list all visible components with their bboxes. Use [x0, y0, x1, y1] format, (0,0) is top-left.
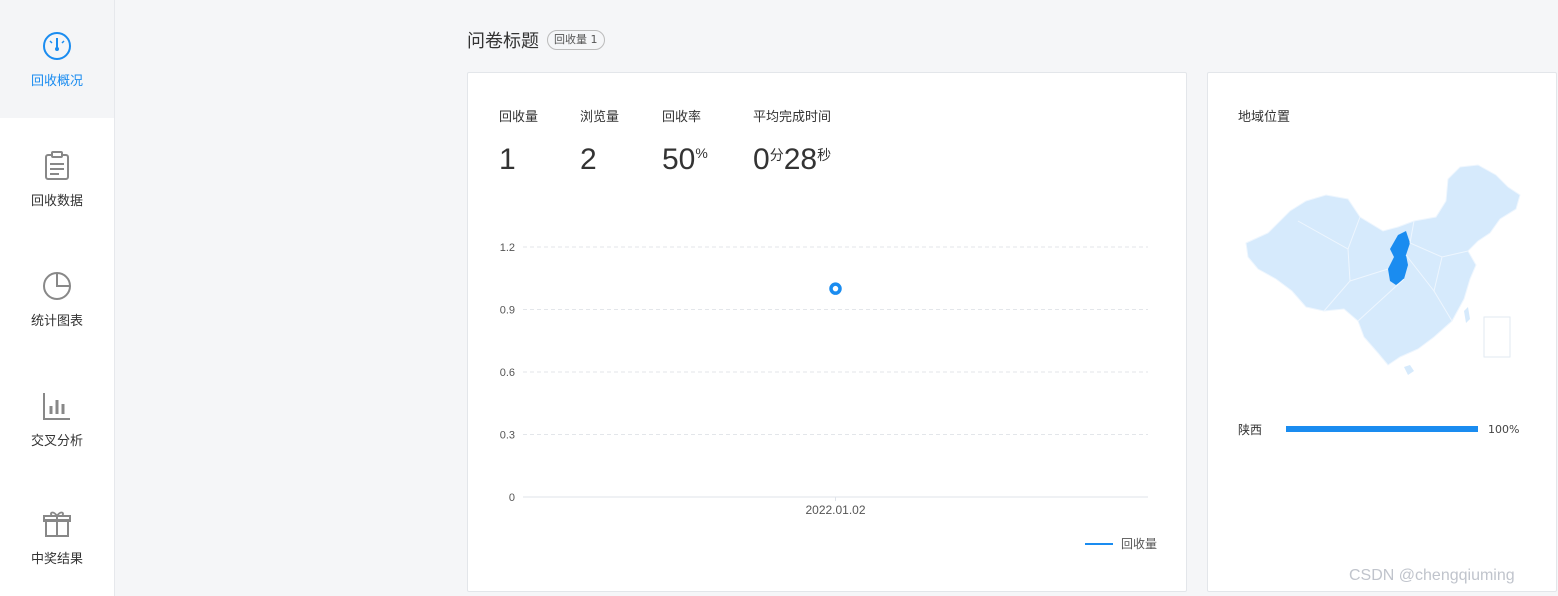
chart-legend[interactable]: 回收量 — [1085, 535, 1157, 552]
y-tick-label: 0.6 — [500, 367, 515, 379]
collect-count-badge: 回收量 1 — [547, 30, 605, 50]
region-percent: 100% — [1488, 422, 1520, 436]
china-mainland-shape — [1245, 164, 1521, 366]
sidebar-item-charts[interactable]: 统计图表 — [0, 240, 114, 358]
region-progress-bar — [1286, 426, 1478, 432]
sidebar-item-cross-analysis[interactable]: 交叉分析 — [0, 360, 114, 478]
y-tick-label: 0.9 — [500, 305, 515, 317]
x-tick-label: 2022.01.02 — [805, 503, 865, 517]
watermark: CSDN @chengqiuming — [1349, 567, 1515, 584]
overview-card: 回收量 1 浏览量 2 回收率 50% 平均完成时间 0分28秒 0 0.3 0.6… — [467, 72, 1187, 592]
sidebar-item-data[interactable]: 回收数据 — [0, 120, 114, 238]
data-point — [829, 282, 842, 295]
y-tick-label: 0 — [509, 492, 515, 504]
pie-chart-icon — [43, 271, 71, 300]
gauge-icon — [43, 31, 71, 60]
map-title: 地域位置 — [1238, 110, 1291, 125]
bar-chart-icon — [43, 392, 70, 420]
page-title: 问卷标题 回收量 1 — [467, 27, 605, 53]
y-tick-label: 0.3 — [500, 430, 515, 442]
sidebar-item-overview[interactable]: 回收概况 — [0, 0, 114, 118]
hainan-island-shape — [1404, 365, 1414, 375]
sidebar-item-label: 中奖结果 — [30, 551, 83, 567]
region-row: 陕西 100% — [1238, 420, 1538, 438]
sidebar-item-label: 统计图表 — [30, 313, 83, 329]
sidebar-item-label: 回收数据 — [30, 193, 83, 209]
sidebar-item-lottery[interactable]: 中奖结果 — [0, 478, 114, 596]
china-map — [1245, 164, 1521, 375]
south-sea-inset — [1483, 316, 1511, 358]
survey-title: 问卷标题 — [467, 31, 539, 52]
legend-label: 回收量 — [1121, 537, 1158, 551]
clipboard-icon — [45, 150, 69, 180]
taiwan-island-shape — [1464, 307, 1470, 323]
sidebar-item-label: 回收概况 — [30, 73, 83, 89]
y-tick-label: 1.2 — [500, 242, 515, 254]
region-card: 地域位置 陕西 100% — [1207, 72, 1557, 592]
sidebar: 回收概况 回收数据 统计图表 交叉分析 中奖结果 — [0, 0, 115, 596]
gift-icon — [43, 511, 71, 537]
region-progress-fill — [1286, 426, 1478, 432]
collection-line-chart: 0 0.3 0.6 0.9 1.2 2022.01.02 — [500, 242, 1148, 517]
sidebar-item-label: 交叉分析 — [30, 433, 83, 449]
legend-swatch — [1085, 542, 1113, 545]
region-name: 陕西 — [1238, 422, 1263, 437]
